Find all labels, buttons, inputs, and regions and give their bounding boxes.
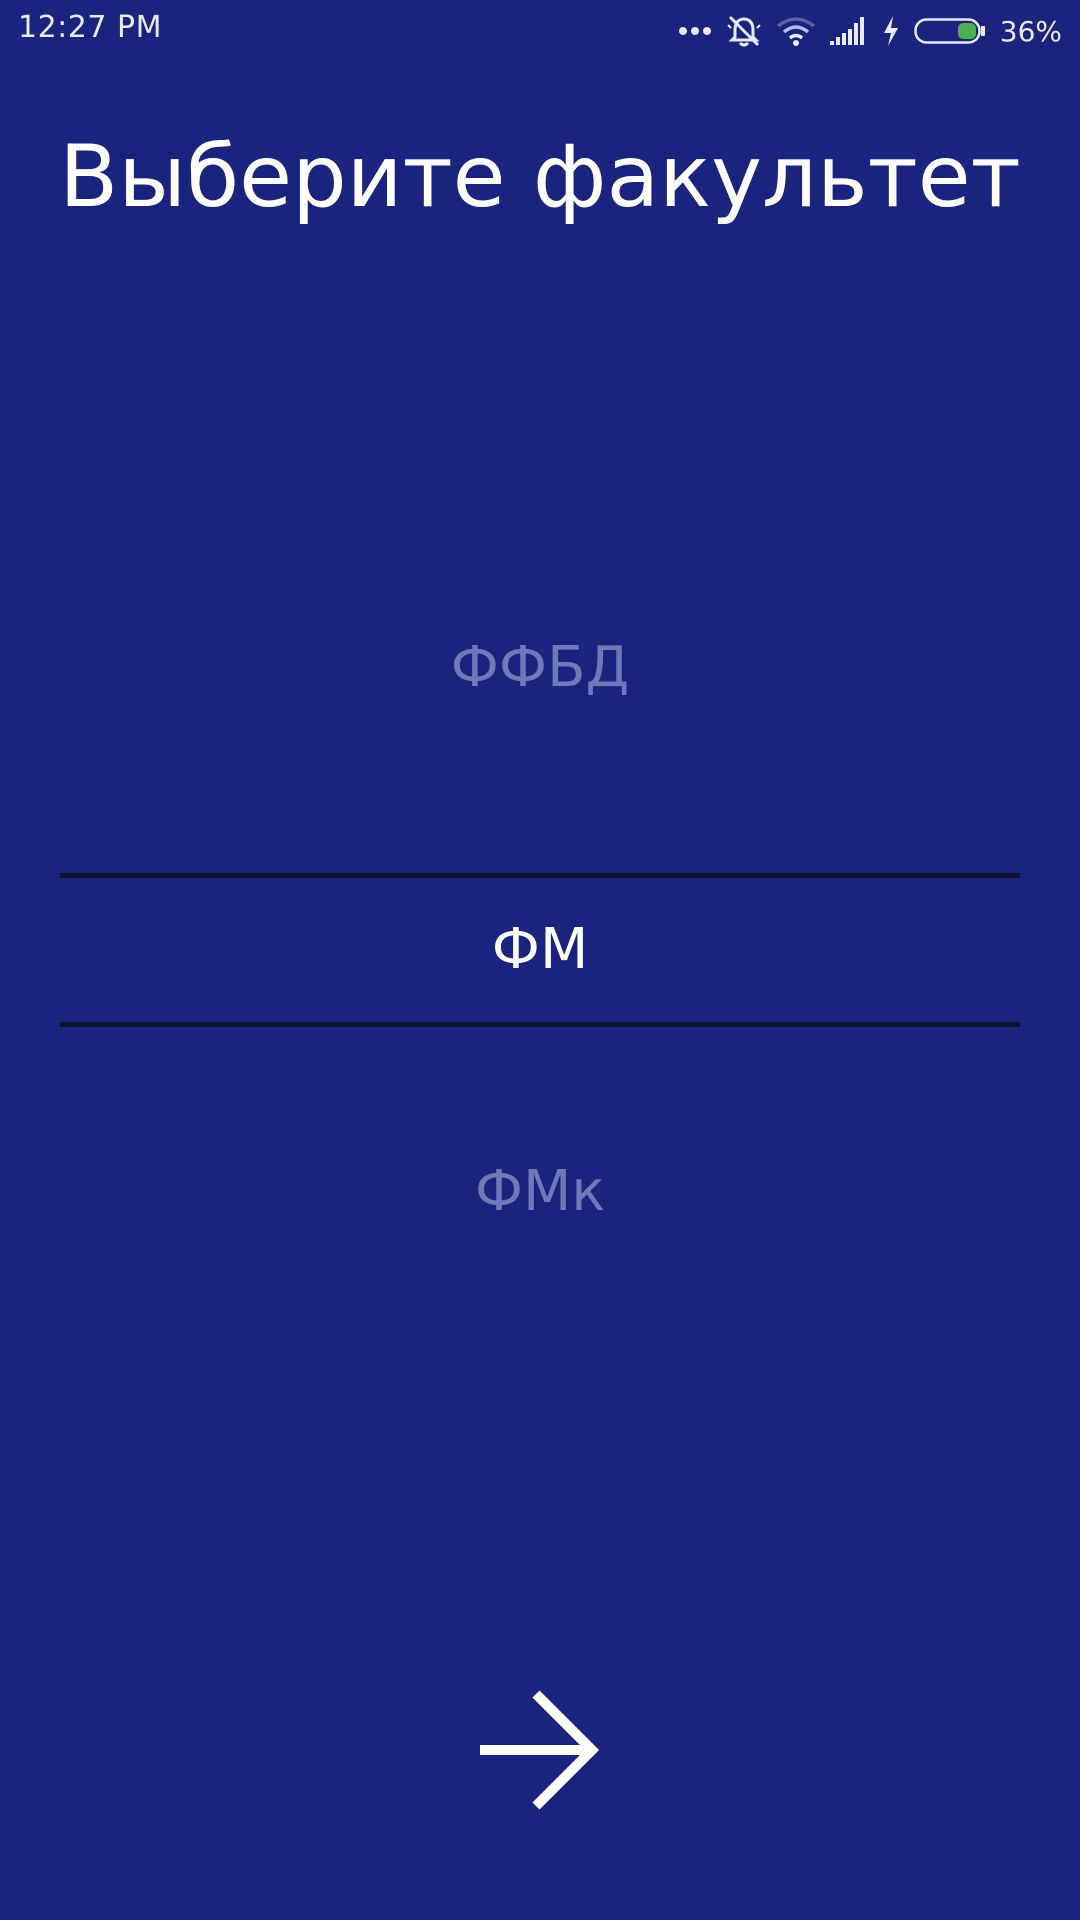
alarm-off-icon (726, 13, 762, 49)
signal-icon (829, 17, 868, 45)
picker-item-next[interactable]: ФМк (60, 1152, 1020, 1232)
picker-item-selected[interactable]: ФМ (60, 910, 1020, 990)
app-screen: 12:27 PM 36% Выберите факультет ФФБД ФМ … (0, 0, 1080, 1920)
status-icons: 36% (678, 12, 1062, 50)
status-time: 12:27 PM (18, 10, 162, 45)
charging-icon (882, 16, 900, 46)
wifi-icon (776, 16, 816, 46)
arrow-right-icon (470, 1690, 610, 1818)
battery-percent: 36% (999, 14, 1062, 48)
battery-icon (914, 16, 986, 46)
faculty-picker[interactable]: ФФБД ФМ ФМк (60, 560, 1020, 1320)
picker-divider-bottom (60, 1022, 1020, 1027)
picker-divider-top (60, 873, 1020, 878)
next-button[interactable] (470, 1684, 610, 1814)
more-dots-icon (678, 25, 712, 37)
page-title: Выберите факультет (59, 127, 1021, 227)
picker-item-prev[interactable]: ФФБД (60, 628, 1020, 708)
status-bar: 12:27 PM 36% (0, 0, 1080, 62)
